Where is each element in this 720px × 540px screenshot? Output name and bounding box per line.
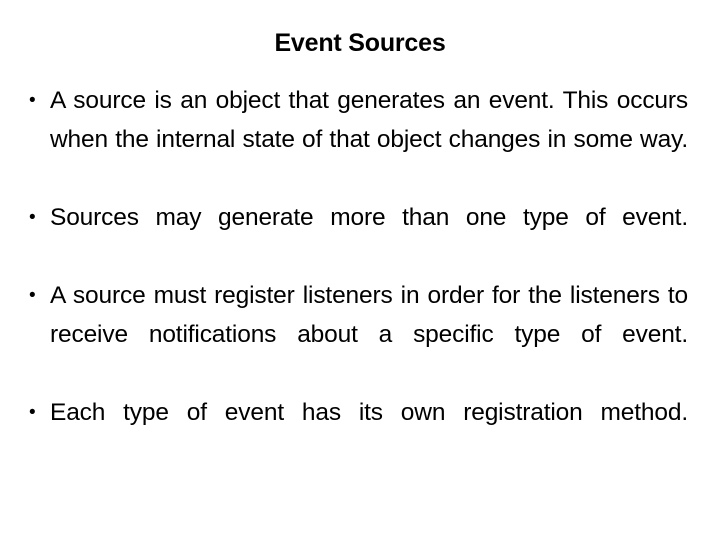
list-item-text: A source must register listeners in orde… — [50, 282, 688, 348]
bullet-point-icon: • — [29, 90, 36, 111]
bullet-point-icon: • — [29, 207, 36, 228]
list-item: • A source must register listeners in or… — [22, 276, 688, 393]
list-item-text: Each type of event has its own registrat… — [50, 399, 688, 426]
list-item: • Sources may generate more than one typ… — [22, 198, 688, 276]
list-item: • A source is an object that generates a… — [22, 81, 688, 198]
bullet-point-icon: • — [29, 285, 36, 306]
list-item: • Each type of event has its own registr… — [22, 393, 688, 471]
list-item-text: Sources may generate more than one type … — [50, 204, 688, 231]
bullet-list: • A source is an object that generates a… — [22, 81, 688, 471]
bullet-point-icon: • — [29, 402, 36, 423]
slide-canvas: Event Sources • A source is an object th… — [0, 0, 720, 540]
list-item-text: A source is an object that generates an … — [50, 87, 688, 153]
page-title: Event Sources — [274, 29, 446, 57]
